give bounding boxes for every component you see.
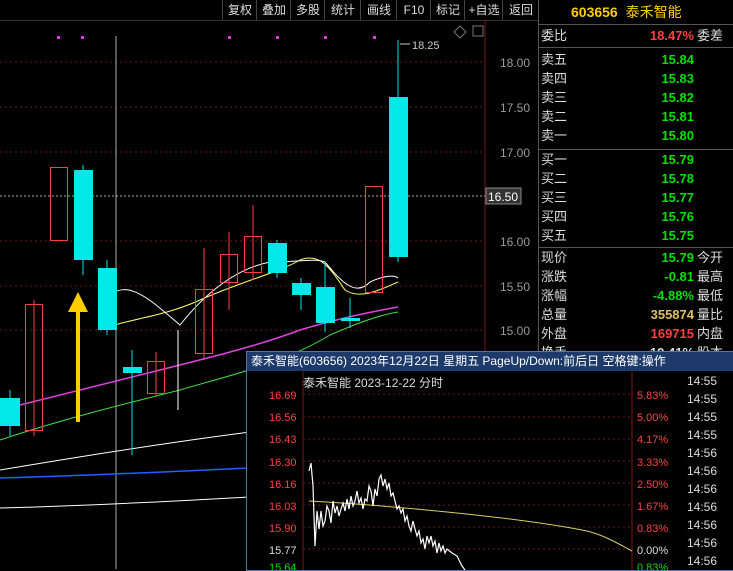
- pct-axis-label: 0.00%: [637, 545, 668, 557]
- multi-stock-button[interactable]: 多股: [290, 0, 325, 20]
- price-tick: 15.50: [500, 280, 530, 294]
- stock-code: 603656: [571, 4, 618, 20]
- intraday-chart[interactable]: 16.69 16.56 16.43 16.30 16.16 16.03 15.9…: [247, 371, 687, 570]
- price-tick: 18.00: [500, 56, 530, 70]
- price-axis-label: 15.77: [269, 545, 297, 557]
- stat-row: 涨跌 -0.81 最高: [541, 269, 724, 284]
- up-arrow-icon: [68, 292, 88, 422]
- ma-line-white: [0, 431, 251, 471]
- current-price-tag-text: 16.50: [488, 190, 518, 204]
- tick-time: 14:55: [687, 428, 718, 442]
- bid-list: 买一 15.79 买二 15.78 买三 15.77 买四 15.76 买五 15.75: [539, 150, 733, 245]
- back-button[interactable]: 返回: [502, 0, 539, 20]
- tick-time-list[interactable]: 14:55 14:55 14:55 14:55 14:56 14:56 14:5…: [687, 372, 733, 570]
- bid-row[interactable]: 买四 15.76: [539, 207, 733, 226]
- ask-row[interactable]: 卖四 15.83: [539, 69, 733, 88]
- ask-row[interactable]: 卖一 15.80: [539, 126, 733, 145]
- weibi-label: 委比: [541, 28, 568, 43]
- price-tick: 17.00: [500, 146, 530, 160]
- pct-axis-label: 5.00%: [637, 412, 668, 424]
- tick-time: 14:55: [687, 392, 718, 406]
- stock-header: 603656 泰禾智能: [539, 0, 733, 25]
- tick-time: 14:56: [687, 446, 718, 460]
- f10-button[interactable]: F10: [396, 0, 431, 20]
- pct-axis-label: 5.83%: [637, 390, 668, 402]
- price-tick: 17.50: [500, 101, 530, 115]
- tick-time: 14:56: [687, 518, 718, 532]
- price-axis-label: 16.30: [269, 457, 297, 469]
- stats-list: 现价 15.79 今开 涨跌 -0.81 最高 涨幅 -4.88% 最低 总量 355874 量…: [539, 248, 733, 362]
- price-axis-label: 16.43: [269, 434, 297, 446]
- tick-time: 14:55: [687, 374, 718, 388]
- tick-time: 14:56: [687, 500, 718, 514]
- overlay-button[interactable]: 叠加: [256, 0, 291, 20]
- price-axis-label: 15.90: [269, 523, 297, 535]
- signal-markers: [57, 36, 376, 39]
- tick-time: 14:56: [687, 536, 718, 550]
- high-price-label: 18.25: [412, 40, 440, 52]
- bid-row[interactable]: 买二 15.78: [539, 169, 733, 188]
- popup-title[interactable]: 泰禾智能(603656) 2023年12月22日 星期五 PageUp/Down…: [247, 352, 733, 371]
- pct-axis-label: 3.33%: [637, 457, 668, 469]
- weibi-value: 18.47%: [649, 28, 694, 43]
- ask-row[interactable]: 卖三 15.82: [539, 88, 733, 107]
- stat-row: 涨幅 -4.88% 最低: [541, 288, 724, 303]
- pct-axis-label: 4.17%: [637, 434, 668, 446]
- price-tick: 16.00: [500, 235, 530, 249]
- weicha-label: 委差: [697, 28, 724, 43]
- draw-line-button[interactable]: 画线: [360, 0, 397, 20]
- bid-row[interactable]: 买一 15.79: [539, 150, 733, 169]
- ask-row[interactable]: 卖二 15.81: [539, 107, 733, 126]
- weibi-row: 委比 18.47% 委差: [539, 25, 733, 47]
- fuquan-button[interactable]: 复权: [222, 0, 257, 20]
- ma-line-blue: [0, 467, 251, 479]
- chart-toolbar: 复权 叠加 多股 统计 画线 F10 标记 +自选 返回: [0, 0, 538, 21]
- intraday-popup[interactable]: 泰禾智能(603656) 2023年12月22日 星期五 PageUp/Down…: [246, 351, 733, 571]
- price-tick: 15.00: [500, 324, 530, 338]
- add-watchlist-button[interactable]: +自选: [464, 0, 503, 20]
- ask-list: 卖五 15.84 卖四 15.83 卖三 15.82 卖二 15.81 卖一 15.80: [539, 48, 733, 145]
- mark-button[interactable]: 标记: [430, 0, 465, 20]
- pct-axis-label: 2.50%: [637, 479, 668, 491]
- stat-row: 外盘 169715 内盘: [541, 326, 724, 341]
- ask-row[interactable]: 卖五 15.84: [539, 50, 733, 69]
- pct-axis-label: 0.83%: [637, 523, 668, 535]
- tick-time: 14:56: [687, 554, 718, 568]
- stat-row: 现价 15.79 今开: [541, 250, 724, 265]
- price-axis-label: 16.03: [269, 501, 297, 513]
- tick-time: 14:56: [687, 464, 718, 478]
- price-axis-label: 16.69: [269, 390, 297, 402]
- pct-axis-label: 1.67%: [637, 501, 668, 513]
- bid-row[interactable]: 买五 15.75: [539, 226, 733, 245]
- tick-time: 14:55: [687, 410, 718, 424]
- tick-time: 14:56: [687, 482, 718, 496]
- bid-row[interactable]: 买三 15.77: [539, 188, 733, 207]
- avg-price-line: [308, 500, 633, 552]
- intraday-grid: [303, 393, 632, 550]
- ma-line-white-long: [0, 496, 251, 509]
- stat-row: 总量 355874 量比: [541, 307, 724, 322]
- stock-name: 泰禾智能: [625, 4, 682, 20]
- panel-toggle-icon[interactable]: [472, 25, 484, 37]
- diamond-icon[interactable]: [453, 25, 467, 39]
- statistics-button[interactable]: 统计: [324, 0, 361, 20]
- price-axis-label: 16.56: [269, 412, 297, 424]
- price-axis-label: 16.16: [269, 479, 297, 491]
- intraday-price-line: [308, 462, 466, 570]
